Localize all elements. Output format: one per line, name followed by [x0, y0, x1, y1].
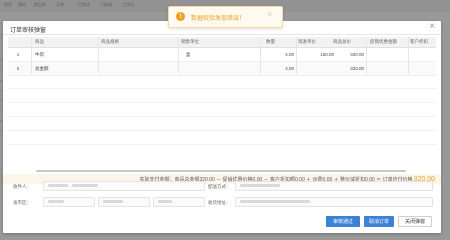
table-row: 2 总金额 2.00 320.00: [8, 62, 436, 76]
cell-spec: [101, 48, 161, 61]
order-table: 商品 商品规格 销售单位 数量 现发单价 商品总价 促销优惠金额 客户折扣 1 …: [8, 37, 436, 76]
table-empty-area: [8, 75, 436, 153]
approve-button[interactable]: 审核通过: [326, 216, 360, 227]
table-header: 商品 商品规格 销售单位 数量 现发单价 商品总价 促销优惠金额 客户折扣: [8, 37, 436, 48]
delivery-field[interactable]: [235, 181, 433, 191]
column-header: [10, 37, 26, 47]
cell-unit: 盒: [186, 51, 191, 57]
column-divider: [260, 37, 261, 74]
label-address: 收货地址：: [208, 200, 231, 205]
label-region: 省市区：: [13, 200, 31, 205]
cell-total: 320.00: [350, 52, 364, 57]
row-index: 1: [16, 52, 20, 57]
column-header: 客户折扣: [410, 39, 428, 44]
column-divider: [31, 37, 32, 74]
column-header: 商品规格: [101, 39, 119, 44]
cell-unit: [186, 62, 226, 75]
close-modal-button[interactable]: 关闭弹窗: [398, 216, 432, 227]
row-index: 2: [16, 66, 20, 71]
label-contact: 收件人：: [13, 184, 31, 189]
column-header: 销售单位: [181, 39, 199, 44]
modal-title: 订单审核弹窗: [10, 28, 47, 34]
order-review-modal: 订单审核弹窗 × 商品 商品规格 销售单位 数量 现发单价 商品总价 促销优惠金…: [3, 21, 441, 233]
close-icon[interactable]: ×: [267, 11, 272, 19]
column-header: 商品: [35, 39, 44, 44]
province-select[interactable]: [43, 197, 95, 207]
column-header: 促销优惠金额: [370, 39, 397, 44]
column-divider: [178, 37, 179, 74]
column-divider: [408, 37, 409, 74]
column-divider: [366, 37, 367, 74]
cell-product: 总金额: [35, 65, 49, 71]
table-horizontal-scrollbar[interactable]: [36, 170, 406, 172]
close-icon[interactable]: ×: [429, 22, 435, 32]
table-row: 1 牛肉 盒 2.00 160.00 320.00: [8, 48, 436, 62]
error-toast: ! 数据校验发现错误！ ×: [168, 6, 283, 28]
city-select[interactable]: [98, 197, 150, 207]
warning-icon: !: [176, 12, 185, 21]
label-delivery: 配送方式：: [208, 184, 231, 189]
contact-field[interactable]: [43, 181, 205, 191]
column-header: 现发单价: [298, 39, 316, 44]
cell-qty: 2.00: [285, 52, 294, 57]
address-field[interactable]: [235, 197, 433, 207]
column-header: 数量: [266, 39, 275, 44]
column-divider: [98, 37, 99, 74]
cell-qty: 2.00: [285, 66, 294, 71]
toast-message: 数据校验发现错误！: [191, 16, 246, 22]
column-header: 商品总价: [333, 39, 351, 44]
column-divider: [296, 37, 297, 74]
cell-spec: [101, 62, 161, 75]
cell-product: 牛肉: [35, 51, 44, 57]
district-select[interactable]: [153, 197, 205, 207]
cell-total: 320.00: [350, 66, 364, 71]
cancel-order-button[interactable]: 取消订单: [364, 216, 394, 227]
